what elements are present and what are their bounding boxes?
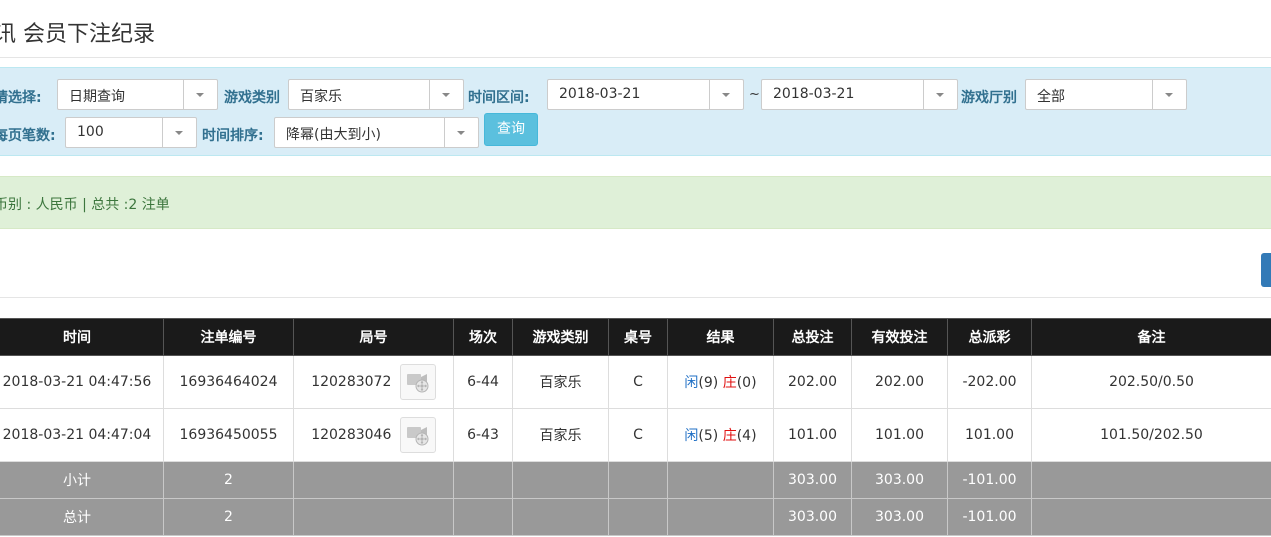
result-banker-value: (0) <box>736 375 757 391</box>
cell-table-no: C <box>608 408 668 462</box>
total-payout: -101.00 <box>947 498 1032 536</box>
result-player-value: (5) <box>698 428 719 444</box>
col-header-game[interactable]: 游戏类别 <box>512 318 609 356</box>
cell-time: 2018-03-21 04:47:04 <box>0 408 164 462</box>
cell-session: 6-44 <box>453 355 513 409</box>
divider <box>0 297 1271 298</box>
game-type-select[interactable]: 百家乐 <box>288 79 464 110</box>
chevron-down-icon <box>429 80 463 109</box>
round-number: 120283072 <box>311 374 392 390</box>
date-separator: ~ <box>749 87 760 102</box>
subtotal-count: 2 <box>163 461 294 499</box>
cell-valid-bet: 101.00 <box>851 408 948 462</box>
hall-value: 全部 <box>1037 89 1065 105</box>
col-header-bet-id[interactable]: 注单编号 <box>163 318 294 356</box>
col-header-time[interactable]: 时间 <box>0 318 164 356</box>
col-header-remark[interactable]: 备注 <box>1031 318 1271 356</box>
cell-payout: 101.00 <box>947 408 1032 462</box>
cell-time: 2018-03-21 04:47:56 <box>0 355 164 409</box>
date-end-input[interactable]: 2018-03-21 <box>761 79 958 110</box>
cell-result: 闲(5) 庄(4) <box>667 408 774 462</box>
game-type-label: 游戏类别 <box>224 90 280 106</box>
action-button[interactable] <box>1261 253 1271 287</box>
table-row: 2018-03-21 04:47:56 16936464024 12028307… <box>0 355 1271 409</box>
summary-text: 币别 : 人民币 | 总共 :2 注单 <box>0 197 170 213</box>
cell-bet-id: 16936464024 <box>163 355 294 409</box>
cell-payout: -202.00 <box>947 355 1032 409</box>
chevron-down-icon <box>162 118 196 147</box>
cell-remark: 202.50/0.50 <box>1031 355 1271 409</box>
cell-round: 120283046 <box>293 408 454 462</box>
query-button[interactable]: 查询 <box>484 113 538 146</box>
bet-records-table: 时间 注单编号 局号 场次 游戏类别 桌号 结果 总投注 有效投注 总派彩 备注… <box>0 318 1271 536</box>
cell-round: 120283072 <box>293 355 454 409</box>
game-type-value: 百家乐 <box>300 89 342 105</box>
cell-game: 百家乐 <box>512 355 609 409</box>
cell-valid-bet: 202.00 <box>851 355 948 409</box>
col-header-round[interactable]: 局号 <box>293 318 454 356</box>
subtotal-row: 小计 2 303.00 303.00 -101.00 <box>0 461 1271 499</box>
subtotal-payout: -101.00 <box>947 461 1032 499</box>
result-player: 闲 <box>684 375 699 391</box>
sort-value: 降幂(由大到小) <box>286 127 381 143</box>
date-start-input[interactable]: 2018-03-21 <box>547 79 744 110</box>
cell-total-bet: 202.00 <box>773 355 852 409</box>
hall-select[interactable]: 全部 <box>1025 79 1187 110</box>
cell-remark: 101.50/202.50 <box>1031 408 1271 462</box>
col-header-table-no[interactable]: 桌号 <box>608 318 668 356</box>
query-type-value: 日期查询 <box>69 89 125 105</box>
video-replay-icon[interactable] <box>399 417 436 453</box>
sort-label: 时间排序: <box>202 128 264 144</box>
sort-select[interactable]: 降幂(由大到小) <box>274 117 479 148</box>
table-row: 2018-03-21 04:47:04 16936450055 12028304… <box>0 408 1271 462</box>
cell-table-no: C <box>608 355 668 409</box>
date-start-value: 2018-03-21 <box>559 86 641 102</box>
col-header-total-bet[interactable]: 总投注 <box>773 318 852 356</box>
total-label: 总计 <box>0 498 164 536</box>
page-header: 讯 会员下注纪录 <box>0 0 1271 58</box>
cell-total-bet: 101.00 <box>773 408 852 462</box>
page-title: 讯 会员下注纪录 <box>0 22 155 47</box>
subtotal-total-bet: 303.00 <box>773 461 852 499</box>
col-header-valid-bet[interactable]: 有效投注 <box>851 318 948 356</box>
total-count: 2 <box>163 498 294 536</box>
chevron-down-icon <box>709 80 743 109</box>
hall-label: 游戏厅别 <box>961 90 1017 106</box>
total-valid-bet: 303.00 <box>851 498 948 536</box>
result-banker-value: (4) <box>736 428 757 444</box>
time-range-label: 时间区间: <box>468 90 530 106</box>
date-end-value: 2018-03-21 <box>773 86 855 102</box>
filter-panel: 请选择: 日期查询 游戏类别 百家乐 时间区间: 2018-03-21 ~ 20… <box>0 67 1271 156</box>
total-row: 总计 2 303.00 303.00 -101.00 <box>0 498 1271 536</box>
chevron-down-icon <box>183 80 217 109</box>
col-header-payout[interactable]: 总派彩 <box>947 318 1032 356</box>
per-page-select[interactable]: 100 <box>65 117 197 148</box>
video-replay-icon[interactable] <box>399 364 436 400</box>
result-player-value: (9) <box>698 375 719 391</box>
col-header-result[interactable]: 结果 <box>667 318 774 356</box>
total-total-bet: 303.00 <box>773 498 852 536</box>
query-type-select[interactable]: 日期查询 <box>57 79 218 110</box>
per-page-label: 每页笔数: <box>0 128 56 144</box>
summary-panel: 币别 : 人民币 | 总共 :2 注单 <box>0 176 1271 229</box>
cell-result: 闲(9) 庄(0) <box>667 355 774 409</box>
subtotal-label: 小计 <box>0 461 164 499</box>
result-banker: 庄 <box>722 428 737 444</box>
chevron-down-icon <box>1152 80 1186 109</box>
cell-bet-id: 16936450055 <box>163 408 294 462</box>
cell-game: 百家乐 <box>512 408 609 462</box>
col-header-session[interactable]: 场次 <box>453 318 513 356</box>
cell-session: 6-43 <box>453 408 513 462</box>
subtotal-valid-bet: 303.00 <box>851 461 948 499</box>
round-number: 120283046 <box>311 427 392 443</box>
result-banker: 庄 <box>722 375 737 391</box>
chevron-down-icon <box>923 80 957 109</box>
table-header-row: 时间 注单编号 局号 场次 游戏类别 桌号 结果 总投注 有效投注 总派彩 备注 <box>0 318 1271 356</box>
result-player: 闲 <box>684 428 699 444</box>
select-label: 请选择: <box>0 90 42 106</box>
chevron-down-icon <box>444 118 478 147</box>
per-page-value: 100 <box>77 124 104 140</box>
